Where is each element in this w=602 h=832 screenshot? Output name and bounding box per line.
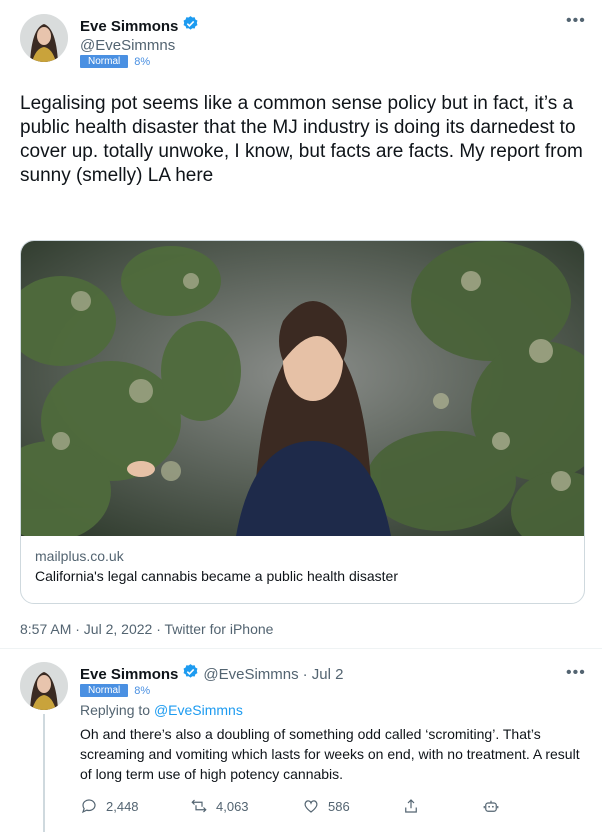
reply-more-options-icon[interactable]: •••	[566, 664, 586, 682]
card-domain: mailplus.co.uk	[35, 548, 124, 564]
reply-rating-percent: 8%	[134, 684, 151, 697]
divider	[0, 648, 602, 649]
replying-to-handle[interactable]: @EveSimmns	[154, 702, 243, 718]
retweet-count: 4,063	[216, 798, 249, 814]
reply-author-name[interactable]: Eve Simmons	[80, 666, 178, 683]
share-icon	[405, 799, 417, 813]
like-count: 586	[328, 798, 350, 814]
card-image	[21, 241, 584, 536]
bot-icon-action[interactable]	[482, 797, 500, 815]
heart-icon	[304, 800, 318, 813]
more-options-icon[interactable]: •••	[566, 12, 586, 30]
reply-author-avatar[interactable]	[20, 662, 68, 710]
author-handle[interactable]: @EveSimmns	[80, 37, 175, 54]
reply-icon	[81, 799, 96, 814]
reply-action[interactable]: 2,448	[80, 797, 139, 815]
reply-text: Oh and there’s also a doubling of someth…	[80, 726, 580, 782]
robot-icon	[483, 800, 499, 812]
verified-badge-icon	[182, 663, 199, 685]
verified-badge-icon	[182, 15, 199, 37]
replying-to-label: Replying to	[80, 702, 151, 718]
retweet-action[interactable]: 4,063	[190, 797, 249, 815]
reply-author-handle[interactable]: @EveSimmns	[203, 666, 298, 683]
author-name[interactable]: Eve Simmons	[80, 18, 178, 35]
rating-percent: 8%	[134, 55, 151, 68]
reply-date[interactable]: · Jul 2	[303, 666, 344, 683]
author-avatar[interactable]	[20, 14, 68, 62]
like-action[interactable]: 586	[302, 797, 350, 815]
card-title: California's legal cannabis became a pub…	[35, 568, 398, 584]
reply-rating-badge: Normal	[80, 684, 129, 697]
link-card[interactable]: mailplus.co.uk California's legal cannab…	[20, 240, 585, 604]
tweet-text: Legalising pot seems like a common sense…	[20, 93, 583, 186]
reply-count: 2,448	[106, 798, 139, 814]
rating-badge: Normal	[80, 55, 129, 68]
share-action[interactable]	[402, 797, 420, 815]
retweet-icon	[191, 799, 207, 813]
thread-line	[43, 714, 45, 832]
tweet-timestamp[interactable]: 8:57 AM · Jul 2, 2022 · Twitter for iPho…	[20, 621, 273, 637]
